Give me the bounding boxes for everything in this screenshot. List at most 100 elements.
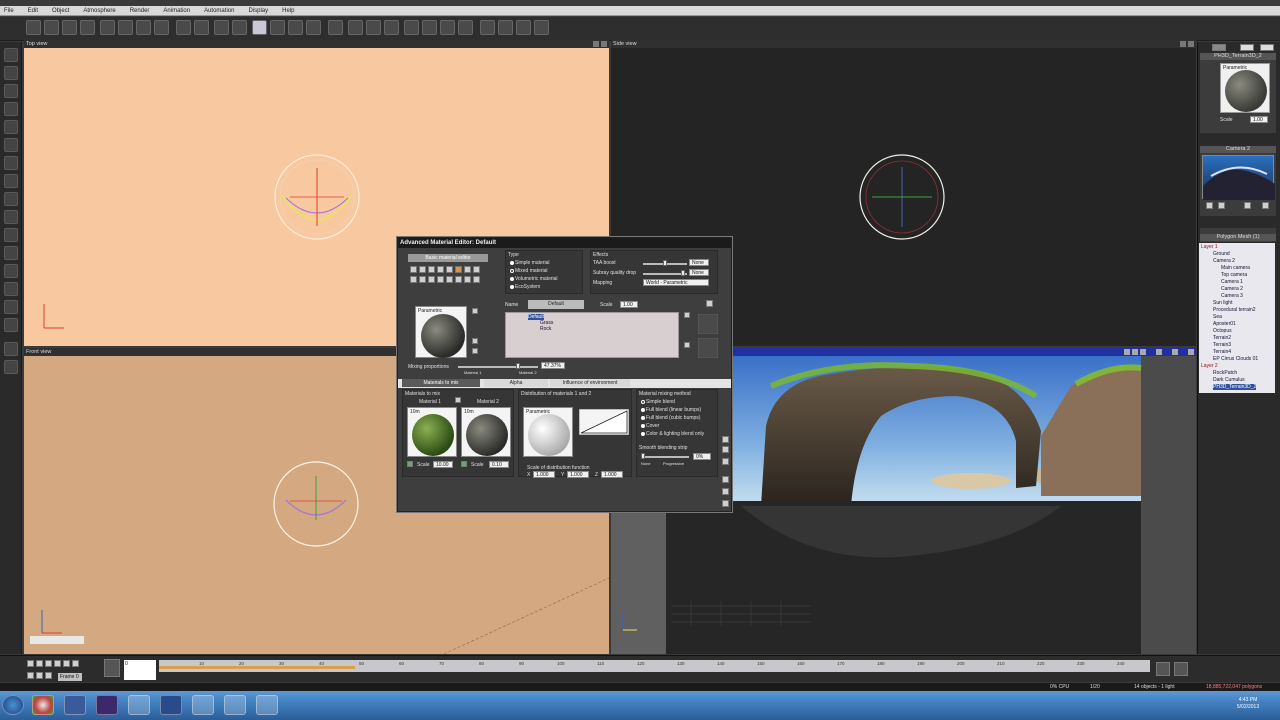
layers-icon[interactable] — [4, 360, 18, 374]
notepad-icon[interactable] — [224, 695, 246, 715]
tool-icon[interactable] — [473, 266, 480, 273]
zoom-icon[interactable] — [1156, 349, 1162, 355]
tree-item[interactable]: Sun light — [1213, 300, 1232, 306]
tree-item[interactable]: Camera 2 — [1213, 258, 1235, 264]
view-controls[interactable] — [30, 636, 84, 644]
taa-slider-thumb[interactable] — [663, 260, 667, 266]
plant-icon[interactable] — [4, 138, 18, 152]
camera-options-icon[interactable] — [1206, 202, 1213, 209]
camera-options-icon[interactable] — [1262, 202, 1269, 209]
system-clock[interactable]: 4:43 PM 5/02/2013 — [1228, 697, 1268, 715]
menu-object[interactable]: Object — [52, 8, 69, 14]
menu-automation[interactable]: Automation — [204, 8, 234, 14]
pen-icon[interactable] — [1212, 44, 1226, 51]
menu-render[interactable]: Render — [130, 8, 150, 14]
tree-item-selected[interactable]: PH3D_Terrain3D_2 — [1213, 384, 1257, 390]
keyframe-icon[interactable] — [36, 672, 43, 679]
mix-option-color-lighting[interactable]: Color & lighting blend only — [641, 431, 704, 437]
play-icon[interactable] — [45, 660, 52, 667]
tree-item[interactable]: Terrain2 — [1213, 335, 1231, 341]
tool-icon[interactable] — [464, 266, 471, 273]
wizard-icon[interactable] — [80, 20, 95, 35]
chrome-icon[interactable] — [32, 695, 54, 715]
after-effects-icon[interactable] — [96, 695, 118, 715]
link-icon[interactable] — [455, 397, 461, 403]
mix-option-full-cubic[interactable]: Full blend (cubic bumps) — [641, 415, 700, 421]
timeline-settings-icon[interactable] — [1174, 662, 1188, 676]
tree-item[interactable]: Camera 1 — [1221, 279, 1243, 285]
maximize-icon[interactable] — [1188, 349, 1194, 355]
move-icon[interactable] — [348, 20, 363, 35]
spline-icon[interactable] — [4, 210, 18, 224]
tree-item[interactable]: Layer 1 — [1201, 244, 1218, 250]
layer-swatch[interactable] — [698, 338, 718, 358]
tree-item[interactable]: Main camera — [1221, 265, 1250, 271]
sun-icon[interactable] — [4, 318, 18, 332]
camera-options-icon[interactable] — [1218, 202, 1225, 209]
tool-icon[interactable] — [446, 266, 453, 273]
start-button[interactable] — [2, 695, 24, 715]
subray-value[interactable]: None — [689, 269, 709, 276]
mixing-slider[interactable] — [458, 366, 538, 368]
load-icon[interactable] — [722, 476, 729, 483]
next-frame-icon[interactable] — [54, 660, 61, 667]
tree-item[interactable]: Camera 3 — [1221, 293, 1243, 299]
camera-icon[interactable] — [4, 228, 18, 242]
layer-swatch[interactable] — [698, 314, 718, 334]
open-scene-icon[interactable] — [44, 20, 59, 35]
y-field[interactable]: 1.000 — [567, 471, 589, 478]
name-field[interactable]: Default — [528, 300, 584, 309]
display-icon[interactable] — [498, 20, 513, 35]
layer-item-rock[interactable]: Rock — [540, 326, 551, 332]
move-icon[interactable] — [4, 342, 18, 356]
brush-icon[interactable] — [4, 282, 18, 296]
tree-item[interactable]: Dark Cumulus — [1213, 377, 1245, 383]
tool-icon[interactable] — [428, 276, 435, 283]
accept-icon[interactable] — [722, 488, 729, 495]
copy-icon[interactable] — [118, 20, 133, 35]
tool-icon[interactable] — [455, 276, 462, 283]
menu-file[interactable]: File — [4, 8, 14, 14]
tree-item[interactable]: RockPatch — [1213, 370, 1237, 376]
boolean-icon[interactable] — [4, 264, 18, 278]
mountain-icon[interactable] — [4, 120, 18, 134]
type-option-ecosystem[interactable]: EcoSystem — [510, 284, 540, 290]
type-option-mixed[interactable]: Mixed material — [510, 268, 548, 274]
light-icon[interactable] — [4, 192, 18, 206]
vue-app-icon[interactable] — [160, 695, 182, 715]
mix-option-full-linear[interactable]: Full blend (linear bumps) — [641, 407, 701, 413]
smooth-slider[interactable] — [641, 456, 689, 458]
undo-icon[interactable] — [176, 20, 191, 35]
pan-icon[interactable] — [1172, 349, 1178, 355]
paste-icon[interactable] — [136, 20, 151, 35]
layout-icon[interactable] — [534, 20, 549, 35]
tool-icon[interactable] — [437, 276, 444, 283]
smooth-value[interactable]: 0% — [693, 453, 711, 460]
tab-materials-to-mix[interactable]: Materials to mix — [402, 379, 480, 387]
camera-icon[interactable] — [480, 20, 495, 35]
distribution-function-graph[interactable] — [579, 409, 629, 435]
frame-field[interactable]: Frame 0 — [58, 673, 82, 681]
tool-icon[interactable] — [410, 276, 417, 283]
subray-slider-thumb[interactable] — [681, 270, 685, 276]
material1-scale-field[interactable]: 10.00 — [433, 461, 453, 468]
type-option-simple[interactable]: Simple material — [510, 260, 549, 266]
type-option-volumetric[interactable]: Volumetric material — [510, 276, 558, 282]
tool-icon[interactable] — [455, 266, 462, 273]
tool-icon[interactable] — [256, 695, 278, 715]
tree-item[interactable]: Octopus — [1213, 328, 1232, 334]
render-icon[interactable] — [1124, 349, 1130, 355]
tree-item[interactable]: Terrain4 — [1213, 349, 1231, 355]
playback-range[interactable] — [159, 666, 355, 669]
zoom-in-icon[interactable] — [404, 20, 419, 35]
expand-icon[interactable] — [706, 300, 713, 307]
scale-field[interactable]: 1.00 — [620, 301, 638, 308]
tool-icon[interactable] — [419, 266, 426, 273]
object-tree[interactable]: Layer 1 Ground Camera 2 Main camera Top … — [1199, 243, 1275, 393]
mapping-select[interactable]: World - Parametric — [643, 279, 709, 286]
tab-alpha[interactable]: Alpha — [484, 379, 548, 387]
new-scene-icon[interactable] — [26, 20, 41, 35]
material2-preview[interactable]: 10m — [461, 407, 511, 457]
cancel-icon[interactable] — [722, 446, 729, 453]
tool-icon[interactable] — [419, 276, 426, 283]
